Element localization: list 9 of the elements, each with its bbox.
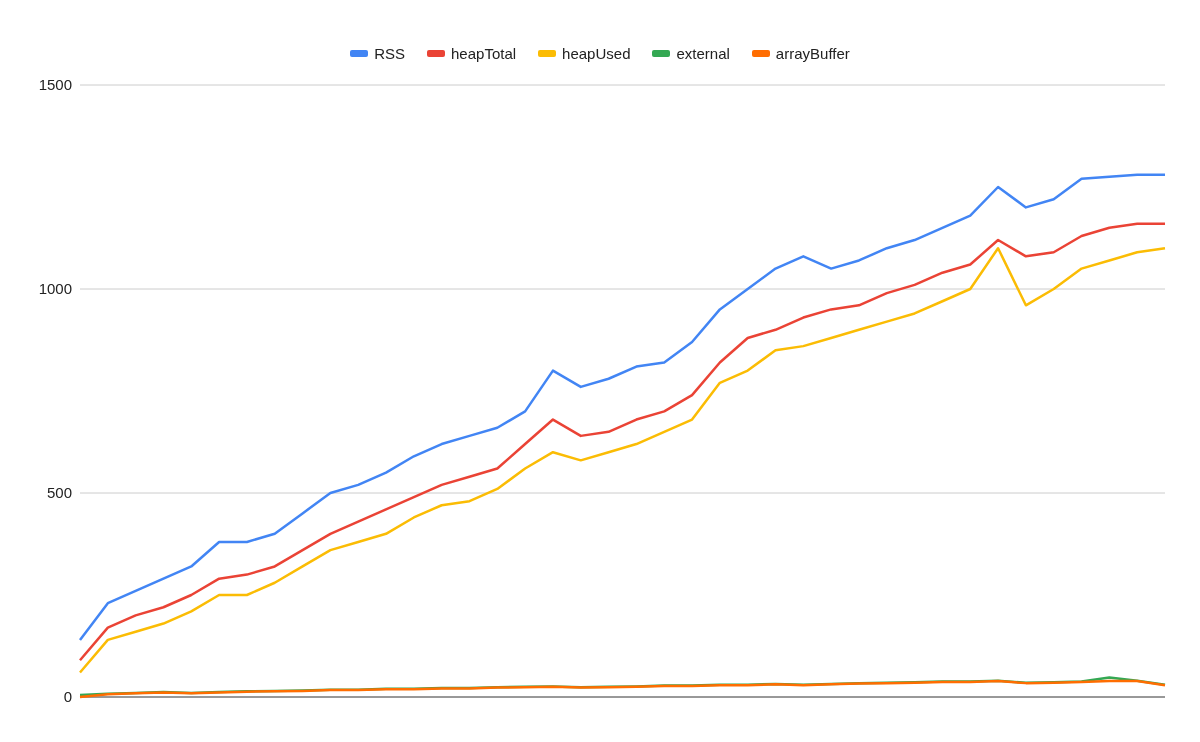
legend-label: heapTotal	[451, 44, 517, 62]
legend-label: RSS	[374, 44, 406, 62]
y-tick-label: 0	[63, 688, 72, 705]
y-tick-label: 1500	[38, 76, 72, 93]
y-tick-label: 1000	[38, 280, 72, 297]
legend-label: arrayBuffer	[775, 44, 850, 62]
legend-label: external	[676, 44, 730, 62]
legend-label: heapUsed	[562, 44, 631, 62]
y-tick-label: 500	[46, 484, 72, 501]
